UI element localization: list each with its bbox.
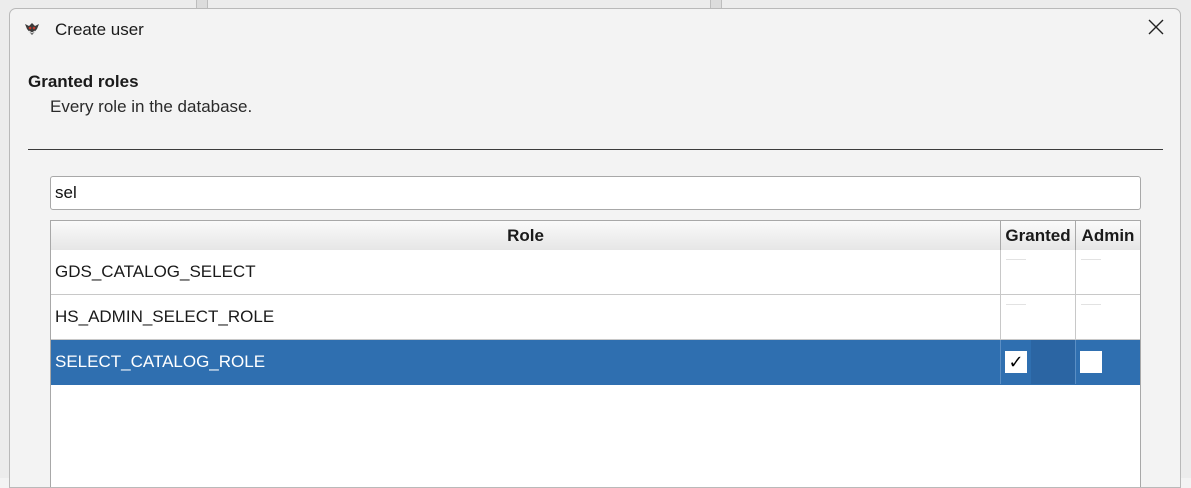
admin-cell[interactable] (1076, 340, 1140, 384)
granted-cell[interactable] (1001, 250, 1076, 294)
close-icon (1148, 19, 1164, 40)
granted-checkbox-checked[interactable]: ✓ (1005, 351, 1027, 373)
granted-checkbox[interactable] (1006, 259, 1026, 262)
role-name: SELECT_CATALOG_ROLE (51, 340, 1001, 384)
column-header-admin[interactable]: Admin (1076, 221, 1140, 250)
roles-table: Role Granted Admin GDS_CATALOG_SELECT HS… (50, 220, 1141, 487)
table-row-selected[interactable]: SELECT_CATALOG_ROLE ✓ (51, 340, 1140, 385)
role-name: HS_ADMIN_SELECT_ROLE (51, 295, 1001, 339)
dialog-title: Create user (55, 20, 144, 39)
granted-checkbox[interactable] (1006, 304, 1026, 307)
role-name: GDS_CATALOG_SELECT (51, 250, 1001, 294)
divider (28, 149, 1163, 150)
app-logo-icon (23, 21, 41, 37)
admin-checkbox[interactable] (1081, 304, 1101, 307)
checkmark-icon: ✓ (1008, 351, 1024, 373)
section-description: Every role in the database. (50, 97, 253, 116)
background-strip (196, 0, 208, 8)
admin-cell[interactable] (1076, 250, 1140, 294)
background-strip (710, 0, 722, 8)
table-row[interactable]: HS_ADMIN_SELECT_ROLE (51, 295, 1140, 340)
admin-cell[interactable] (1076, 295, 1140, 339)
table-header: Role Granted Admin (51, 221, 1140, 251)
admin-checkbox[interactable] (1081, 259, 1101, 262)
title-bar: Create user (10, 9, 1180, 51)
role-filter-input[interactable] (50, 176, 1141, 210)
cell-highlight (1031, 340, 1075, 384)
column-header-granted[interactable]: Granted (1001, 221, 1076, 250)
admin-checkbox[interactable] (1080, 351, 1102, 373)
section-title: Granted roles (28, 72, 139, 91)
column-header-role[interactable]: Role (51, 221, 1001, 250)
table-row[interactable]: GDS_CATALOG_SELECT (51, 250, 1140, 295)
granted-cell[interactable] (1001, 295, 1076, 339)
granted-cell[interactable]: ✓ (1001, 340, 1076, 384)
create-user-dialog: Create user Granted roles Every role in … (9, 8, 1181, 488)
close-button[interactable] (1132, 9, 1180, 49)
